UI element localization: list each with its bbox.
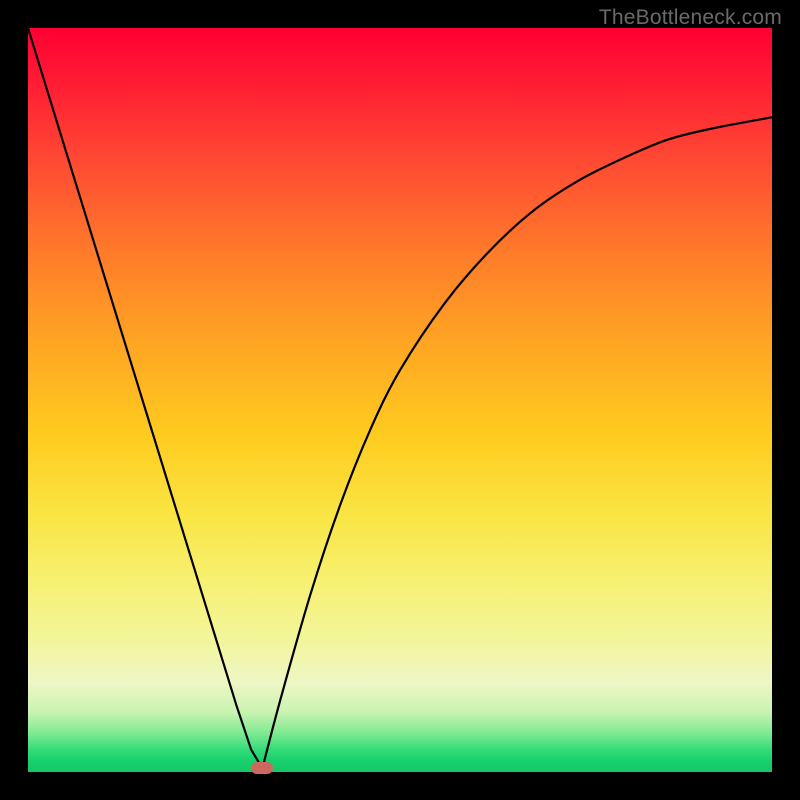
chart-frame (28, 28, 772, 772)
curve-left (28, 28, 262, 768)
curve-right (262, 117, 772, 768)
watermark-text: TheBottleneck.com (599, 6, 782, 30)
minimum-marker (251, 762, 273, 774)
chart-curve (28, 28, 772, 772)
